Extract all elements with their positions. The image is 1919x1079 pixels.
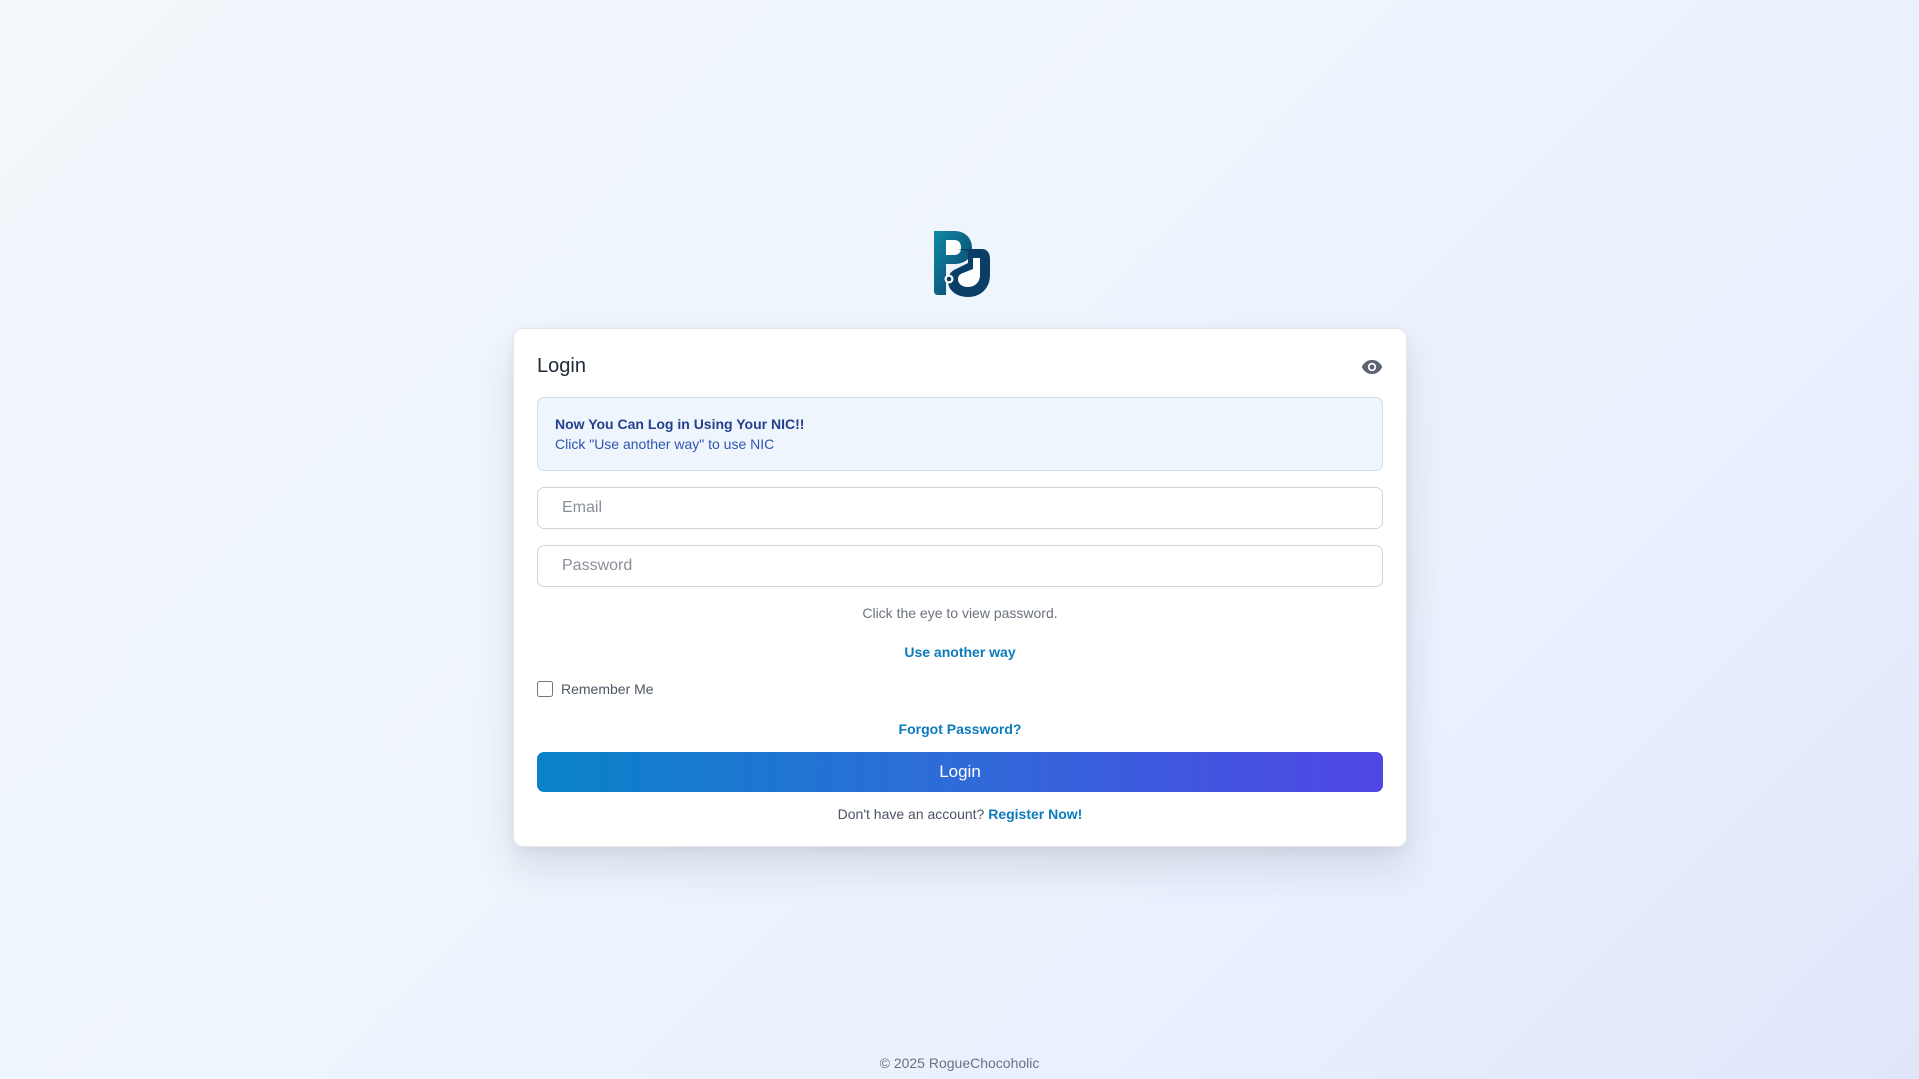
remember-me[interactable]: Remember Me [537,681,654,697]
brand-logo [932,231,990,297]
register-prompt-text: Don't have an account? [837,806,985,822]
eye-hint-text: Click the eye to view password. [862,605,1058,621]
register-prompt-row: Don't have an account? Register Now! [514,806,1406,822]
remember-me-label: Remember Me [561,681,654,697]
login-button[interactable]: Login [537,752,1383,792]
login-card: Login Now You Can Log in Using Your NIC!… [513,328,1407,847]
remember-me-checkbox[interactable] [537,681,553,697]
register-now-link[interactable]: Register Now! [988,806,1082,822]
notice-text: Click "Use another way" to use NIC [555,436,775,452]
footer-copyright: © 2025 RogueChocoholic [879,1055,1040,1071]
forgot-password-link[interactable]: Forgot Password? [899,721,1022,737]
forgot-password-row: Forgot Password? [514,721,1406,739]
nic-login-notice: Now You Can Log in Using Your NIC!! Clic… [537,397,1383,471]
pd-monogram-icon [934,231,990,297]
login-card-title: Login [537,355,586,377]
eye-icon[interactable] [1361,359,1383,375]
notice-title: Now You Can Log in Using Your NIC!! [555,416,805,432]
use-another-way-row: Use another way [514,644,1406,662]
email-field[interactable] [537,487,1383,529]
password-field[interactable] [537,545,1383,587]
use-another-way-link[interactable]: Use another way [904,644,1015,660]
